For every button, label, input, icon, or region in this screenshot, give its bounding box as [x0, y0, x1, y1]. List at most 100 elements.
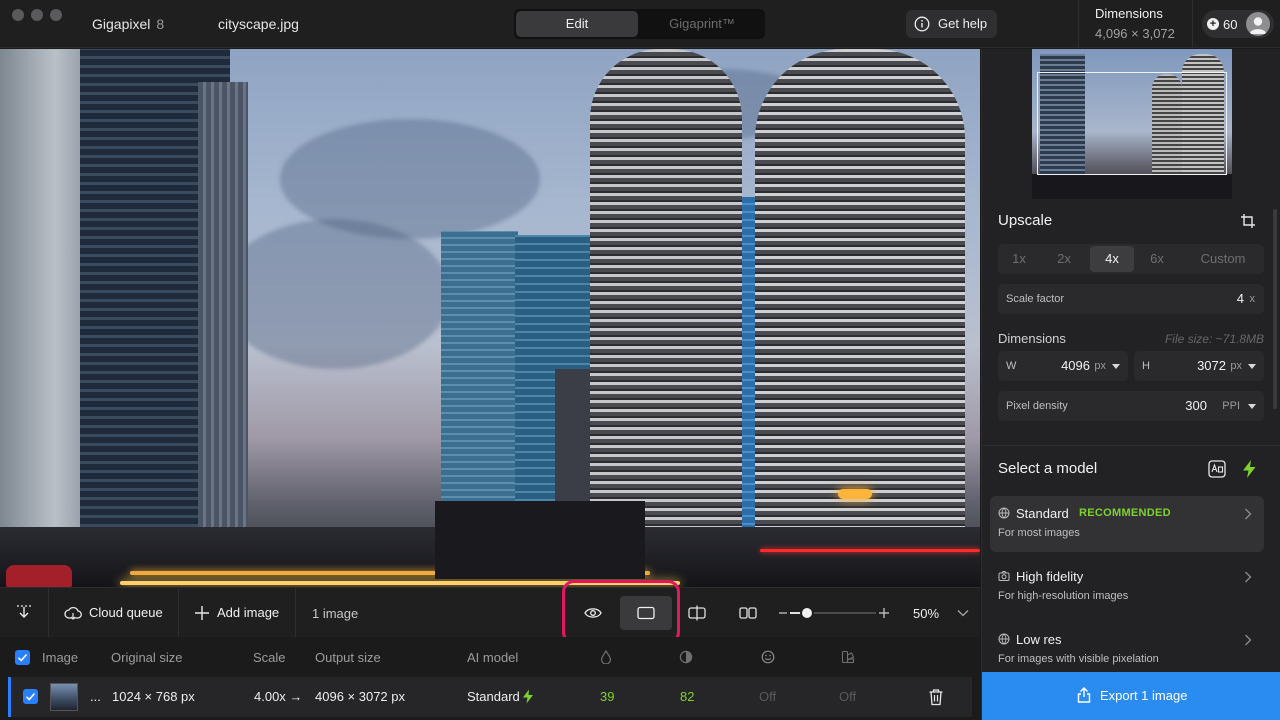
chevron-down-icon[interactable] [1248, 364, 1256, 369]
chevron-down-icon[interactable] [957, 609, 969, 617]
plus-icon: + [1207, 18, 1219, 30]
panel-scrollbar[interactable] [1273, 209, 1277, 409]
file-size-estimate: File size: ~71.8MB [1164, 332, 1264, 346]
model-option-low-res[interactable]: Low res For images with visible pixelati… [990, 622, 1264, 678]
chevron-down-icon[interactable] [1112, 364, 1120, 369]
column-output-size[interactable]: Output size [315, 650, 381, 665]
table-row[interactable]: ... 1024 × 768 px 4.00x → 4096 × 3072 px… [8, 677, 972, 717]
light-trail [760, 549, 980, 552]
zoom-window-button[interactable] [50, 9, 62, 21]
select-model-title: Select a model [998, 460, 1098, 477]
side-by-side-button[interactable] [722, 596, 774, 630]
pixel-density-value[interactable]: 300 [1185, 398, 1207, 413]
download-icon[interactable] [15, 604, 33, 622]
zoom-level: 50% [913, 606, 940, 621]
trash-icon[interactable] [928, 688, 944, 706]
title-bar: Gigapixel 8 cityscape.jpg Edit Gigaprint™… [0, 0, 1280, 48]
scale-option-2x[interactable]: 2x [1045, 246, 1083, 272]
export-button[interactable]: Export 1 image [982, 672, 1280, 720]
pixel-density-field[interactable]: Pixel density 300 PPI [998, 391, 1264, 421]
column-ai-model[interactable]: AI model [467, 650, 518, 665]
plus-icon [195, 606, 209, 620]
chevron-right-icon [1245, 634, 1252, 646]
get-help-label: Get help [938, 16, 988, 31]
avatar[interactable] [1246, 12, 1270, 36]
settings-panel: Upscale 1x 2x 4x 6x Custom Scale factor … [981, 49, 1280, 720]
crop-icon[interactable] [1240, 213, 1256, 229]
divider [1192, 0, 1193, 48]
recommended-badge: RECOMMENDED [1079, 507, 1171, 519]
app-title: Gigapixel 8 [92, 16, 164, 32]
image-thumbnail [50, 683, 78, 711]
setting-value: 82 [680, 689, 695, 704]
cloud-icon [64, 606, 82, 620]
select-all-checkbox[interactable] [15, 650, 30, 665]
model-option-high-fidelity[interactable]: High fidelity For high-resolution images [990, 559, 1264, 615]
scale-option-6x[interactable]: 6x [1138, 246, 1176, 272]
chevron-down-icon[interactable] [1248, 404, 1256, 409]
scale-selector: 1x 2x 4x 6x Custom [998, 244, 1264, 274]
model-name: High fidelity [1016, 569, 1084, 584]
width-field[interactable]: W 4096 px [998, 351, 1128, 381]
compare-models-icon[interactable] [1208, 460, 1226, 478]
thumb-street [1032, 174, 1232, 199]
column-image[interactable]: Image [42, 650, 78, 665]
scale-factor-value[interactable]: 4 [1237, 291, 1244, 306]
get-help-button[interactable]: Get help [906, 10, 997, 38]
ai-model-value: Standard [467, 689, 520, 704]
add-image-button[interactable]: Add image [217, 605, 279, 620]
zoom-out-icon[interactable] [778, 608, 788, 618]
mode-switch: Edit Gigaprint™ [514, 9, 765, 39]
tab-edit[interactable]: Edit [516, 11, 638, 37]
scale-option-1x[interactable]: 1x [1000, 246, 1038, 272]
column-scale[interactable]: Scale [253, 650, 286, 665]
file-name: cityscape.jpg [218, 16, 299, 32]
user-icon [1249, 17, 1267, 34]
height-value[interactable]: 3072 [1197, 358, 1226, 373]
dimensions-title: Dimensions [998, 331, 1066, 346]
building-left-white [0, 49, 92, 587]
close-window-button[interactable] [12, 9, 24, 21]
face-icon [761, 650, 775, 664]
column-original-size[interactable]: Original size [111, 650, 183, 665]
cloud-queue-button[interactable]: Cloud queue [89, 605, 163, 620]
width-value[interactable]: 4096 [1061, 358, 1090, 373]
model-description: For images with visible pixelation [998, 653, 1159, 665]
height-unit: px [1230, 360, 1242, 372]
image-preview[interactable] [0, 49, 980, 587]
scale-option-custom[interactable]: Custom [1188, 246, 1258, 272]
zoom-slider-handle[interactable] [800, 606, 815, 620]
color-palette-icon [841, 650, 855, 664]
lightning-icon [523, 689, 533, 704]
model-description: For high-resolution images [998, 590, 1129, 602]
divider [982, 445, 1280, 446]
lightning-icon[interactable] [1241, 459, 1257, 479]
tower-marina-right [755, 49, 965, 587]
preview-toolbar: Cloud queue Add image 1 image 50% [0, 587, 980, 638]
zoom-in-icon[interactable] [878, 607, 890, 619]
chevron-right-icon [1245, 571, 1252, 583]
pixel-density-unit: PPI [1222, 400, 1240, 412]
check-icon [25, 692, 36, 701]
scale-factor-field[interactable]: Scale factor 4 x [998, 284, 1264, 314]
setting-value: Off [839, 689, 857, 704]
height-field[interactable]: H 3072 px [1134, 351, 1264, 381]
model-option-standard[interactable]: Standard RECOMMENDED For most images [990, 496, 1264, 552]
navigator-viewport-frame[interactable] [1037, 72, 1227, 175]
street-lamp-glow [838, 489, 872, 499]
model-name: Standard [1016, 506, 1069, 521]
scale-option-4x[interactable]: 4x [1090, 246, 1134, 272]
export-label: Export 1 image [1100, 688, 1188, 703]
info-icon [914, 16, 930, 32]
truck [435, 501, 645, 579]
app-version: 8 [156, 16, 165, 32]
minimize-window-button[interactable] [31, 9, 43, 21]
upscale-title: Upscale [998, 212, 1053, 229]
width-unit: px [1094, 360, 1106, 372]
divider [178, 588, 179, 638]
width-label: W [1006, 360, 1017, 372]
tab-gigaprint[interactable]: Gigaprint™ [641, 11, 763, 37]
row-checkbox[interactable] [23, 689, 38, 704]
credits-account-button[interactable]: + 60 [1202, 10, 1274, 38]
navigator-thumbnail[interactable] [1032, 49, 1232, 199]
